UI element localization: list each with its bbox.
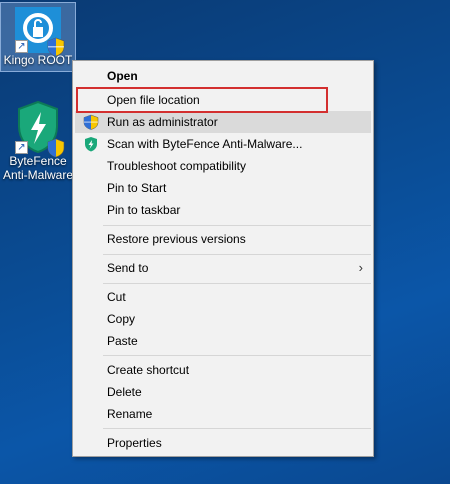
menu-item-scan-bytefence[interactable]: Scan with ByteFence Anti-Malware... [75, 133, 371, 155]
menu-item-pin-to-taskbar[interactable]: Pin to taskbar [75, 199, 371, 221]
desktop-icon-label: Anti-Malware [2, 168, 74, 182]
shortcut-arrow-icon: ↗ [15, 40, 28, 53]
submenu-arrow-icon: › [358, 260, 363, 275]
menu-item-delete[interactable]: Delete [75, 381, 371, 403]
bytefence-shield-icon [85, 137, 97, 152]
menu-separator [103, 254, 371, 255]
shortcut-arrow-icon: ↗ [15, 141, 28, 154]
menu-item-rename[interactable]: Rename [75, 403, 371, 425]
menu-separator [103, 428, 371, 429]
menu-item-label: Run as administrator [107, 115, 218, 129]
bytefence-icon: ↗ [15, 100, 65, 158]
kingo-root-icon: ↗ [15, 7, 65, 57]
menu-item-pin-to-start[interactable]: Pin to Start [75, 177, 371, 199]
menu-item-create-shortcut[interactable]: Create shortcut [75, 359, 371, 381]
menu-item-label: Scan with ByteFence Anti-Malware... [107, 137, 303, 151]
menu-item-label: Send to [107, 261, 149, 275]
menu-separator [103, 355, 371, 356]
desktop-icon-kingo-root[interactable]: ↗ Kingo ROOT [0, 2, 76, 72]
menu-item-send-to[interactable]: Send to › [75, 257, 371, 279]
menu-item-troubleshoot-compatibility[interactable]: Troubleshoot compatibility [75, 155, 371, 177]
menu-item-run-as-administrator[interactable]: Run as administrator [75, 111, 371, 133]
uac-shield-icon [47, 138, 65, 158]
context-menu: Open Open file location Run as administr… [72, 60, 374, 457]
menu-item-open[interactable]: Open [75, 65, 371, 87]
menu-separator [103, 283, 371, 284]
desktop-icon-bytefence[interactable]: ↗ ByteFence Anti-Malware [0, 100, 76, 182]
menu-item-restore-previous-versions[interactable]: Restore previous versions [75, 228, 371, 250]
menu-item-copy[interactable]: Copy [75, 308, 371, 330]
menu-item-paste[interactable]: Paste [75, 330, 371, 352]
uac-shield-icon [47, 37, 65, 57]
menu-separator [103, 225, 371, 226]
menu-item-properties[interactable]: Properties [75, 432, 371, 454]
menu-item-cut[interactable]: Cut [75, 286, 371, 308]
menu-item-open-file-location[interactable]: Open file location [75, 89, 371, 111]
uac-shield-icon [83, 114, 99, 130]
